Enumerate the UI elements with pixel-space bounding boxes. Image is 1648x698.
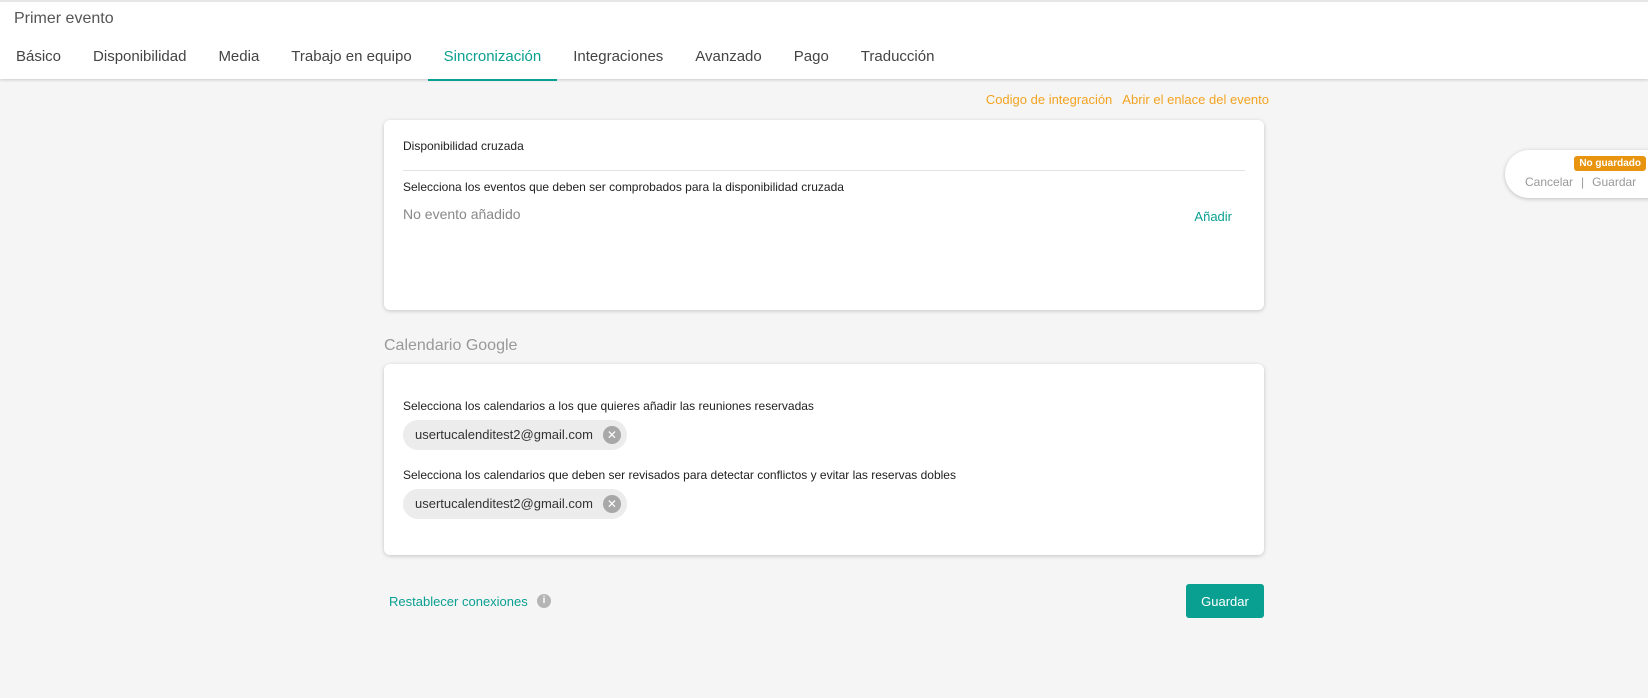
tab-sincronizacion[interactable]: Sincronización <box>427 32 558 81</box>
separator: | <box>1581 175 1585 189</box>
open-event-link[interactable]: Abrir el enlace del evento <box>1122 92 1269 107</box>
event-links: Codigo de integración Abrir el enlace de… <box>986 92 1269 107</box>
float-save-button[interactable]: Guardar <box>1592 175 1636 189</box>
cross-availability-card: Disponibilidad cruzada Selecciona los ev… <box>384 120 1264 310</box>
tab-pago[interactable]: Pago <box>778 32 845 81</box>
remove-chip-icon[interactable]: ✕ <box>602 426 621 444</box>
cancel-button[interactable]: Cancelar <box>1525 175 1573 189</box>
cross-availability-label: Selecciona los eventos que deben ser com… <box>403 180 844 194</box>
integration-code-link[interactable]: Codigo de integración <box>986 92 1112 107</box>
tab-media[interactable]: Media <box>202 32 275 81</box>
unsaved-badge: No guardado <box>1574 156 1646 171</box>
google-calendar-card: Selecciona los calendarios a los que qui… <box>384 364 1264 555</box>
add-event-button[interactable]: Añadir <box>1194 209 1232 224</box>
google-calendar-section-title: Calendario Google <box>384 337 518 354</box>
tab-integraciones[interactable]: Integraciones <box>557 32 679 81</box>
event-title: Primer evento <box>14 10 114 27</box>
tab-disponibilidad[interactable]: Disponibilidad <box>77 32 202 81</box>
tab-bar: Básico Disponibilidad Media Trabajo en e… <box>0 32 950 81</box>
tab-avanzado[interactable]: Avanzado <box>679 32 777 81</box>
unsaved-actions: Cancelar | Guardar <box>1525 175 1636 189</box>
tab-basico[interactable]: Básico <box>0 32 77 81</box>
calendar-chip: usertucalenditest2@gmail.com ✕ <box>403 420 627 450</box>
conflict-calendars-label: Selecciona los calendarios que deben ser… <box>403 468 956 482</box>
remove-chip-icon[interactable]: ✕ <box>602 495 621 513</box>
reset-connections-link[interactable]: Restablecer conexiones <box>389 594 528 609</box>
tab-traduccion[interactable]: Traducción <box>845 32 951 81</box>
calendar-chip-email: usertucalenditest2@gmail.com <box>415 496 593 511</box>
footer-actions: Restablecer conexiones i Guardar <box>0 584 1648 618</box>
info-icon[interactable]: i <box>537 594 551 608</box>
save-button[interactable]: Guardar <box>1186 584 1264 618</box>
add-to-calendars-label: Selecciona los calendarios a los que qui… <box>403 399 814 413</box>
cross-availability-title: Disponibilidad cruzada <box>403 139 524 153</box>
calendar-chip: usertucalenditest2@gmail.com ✕ <box>403 489 627 519</box>
divider <box>403 170 1245 171</box>
calendar-chip-email: usertucalenditest2@gmail.com <box>415 427 593 442</box>
top-bar: Primer evento Básico Disponibilidad Medi… <box>0 0 1648 81</box>
unsaved-changes-panel: No guardado Cancelar | Guardar <box>1505 150 1648 198</box>
no-events-text: No evento añadido <box>403 206 521 222</box>
tab-trabajo-en-equipo[interactable]: Trabajo en equipo <box>275 32 427 81</box>
